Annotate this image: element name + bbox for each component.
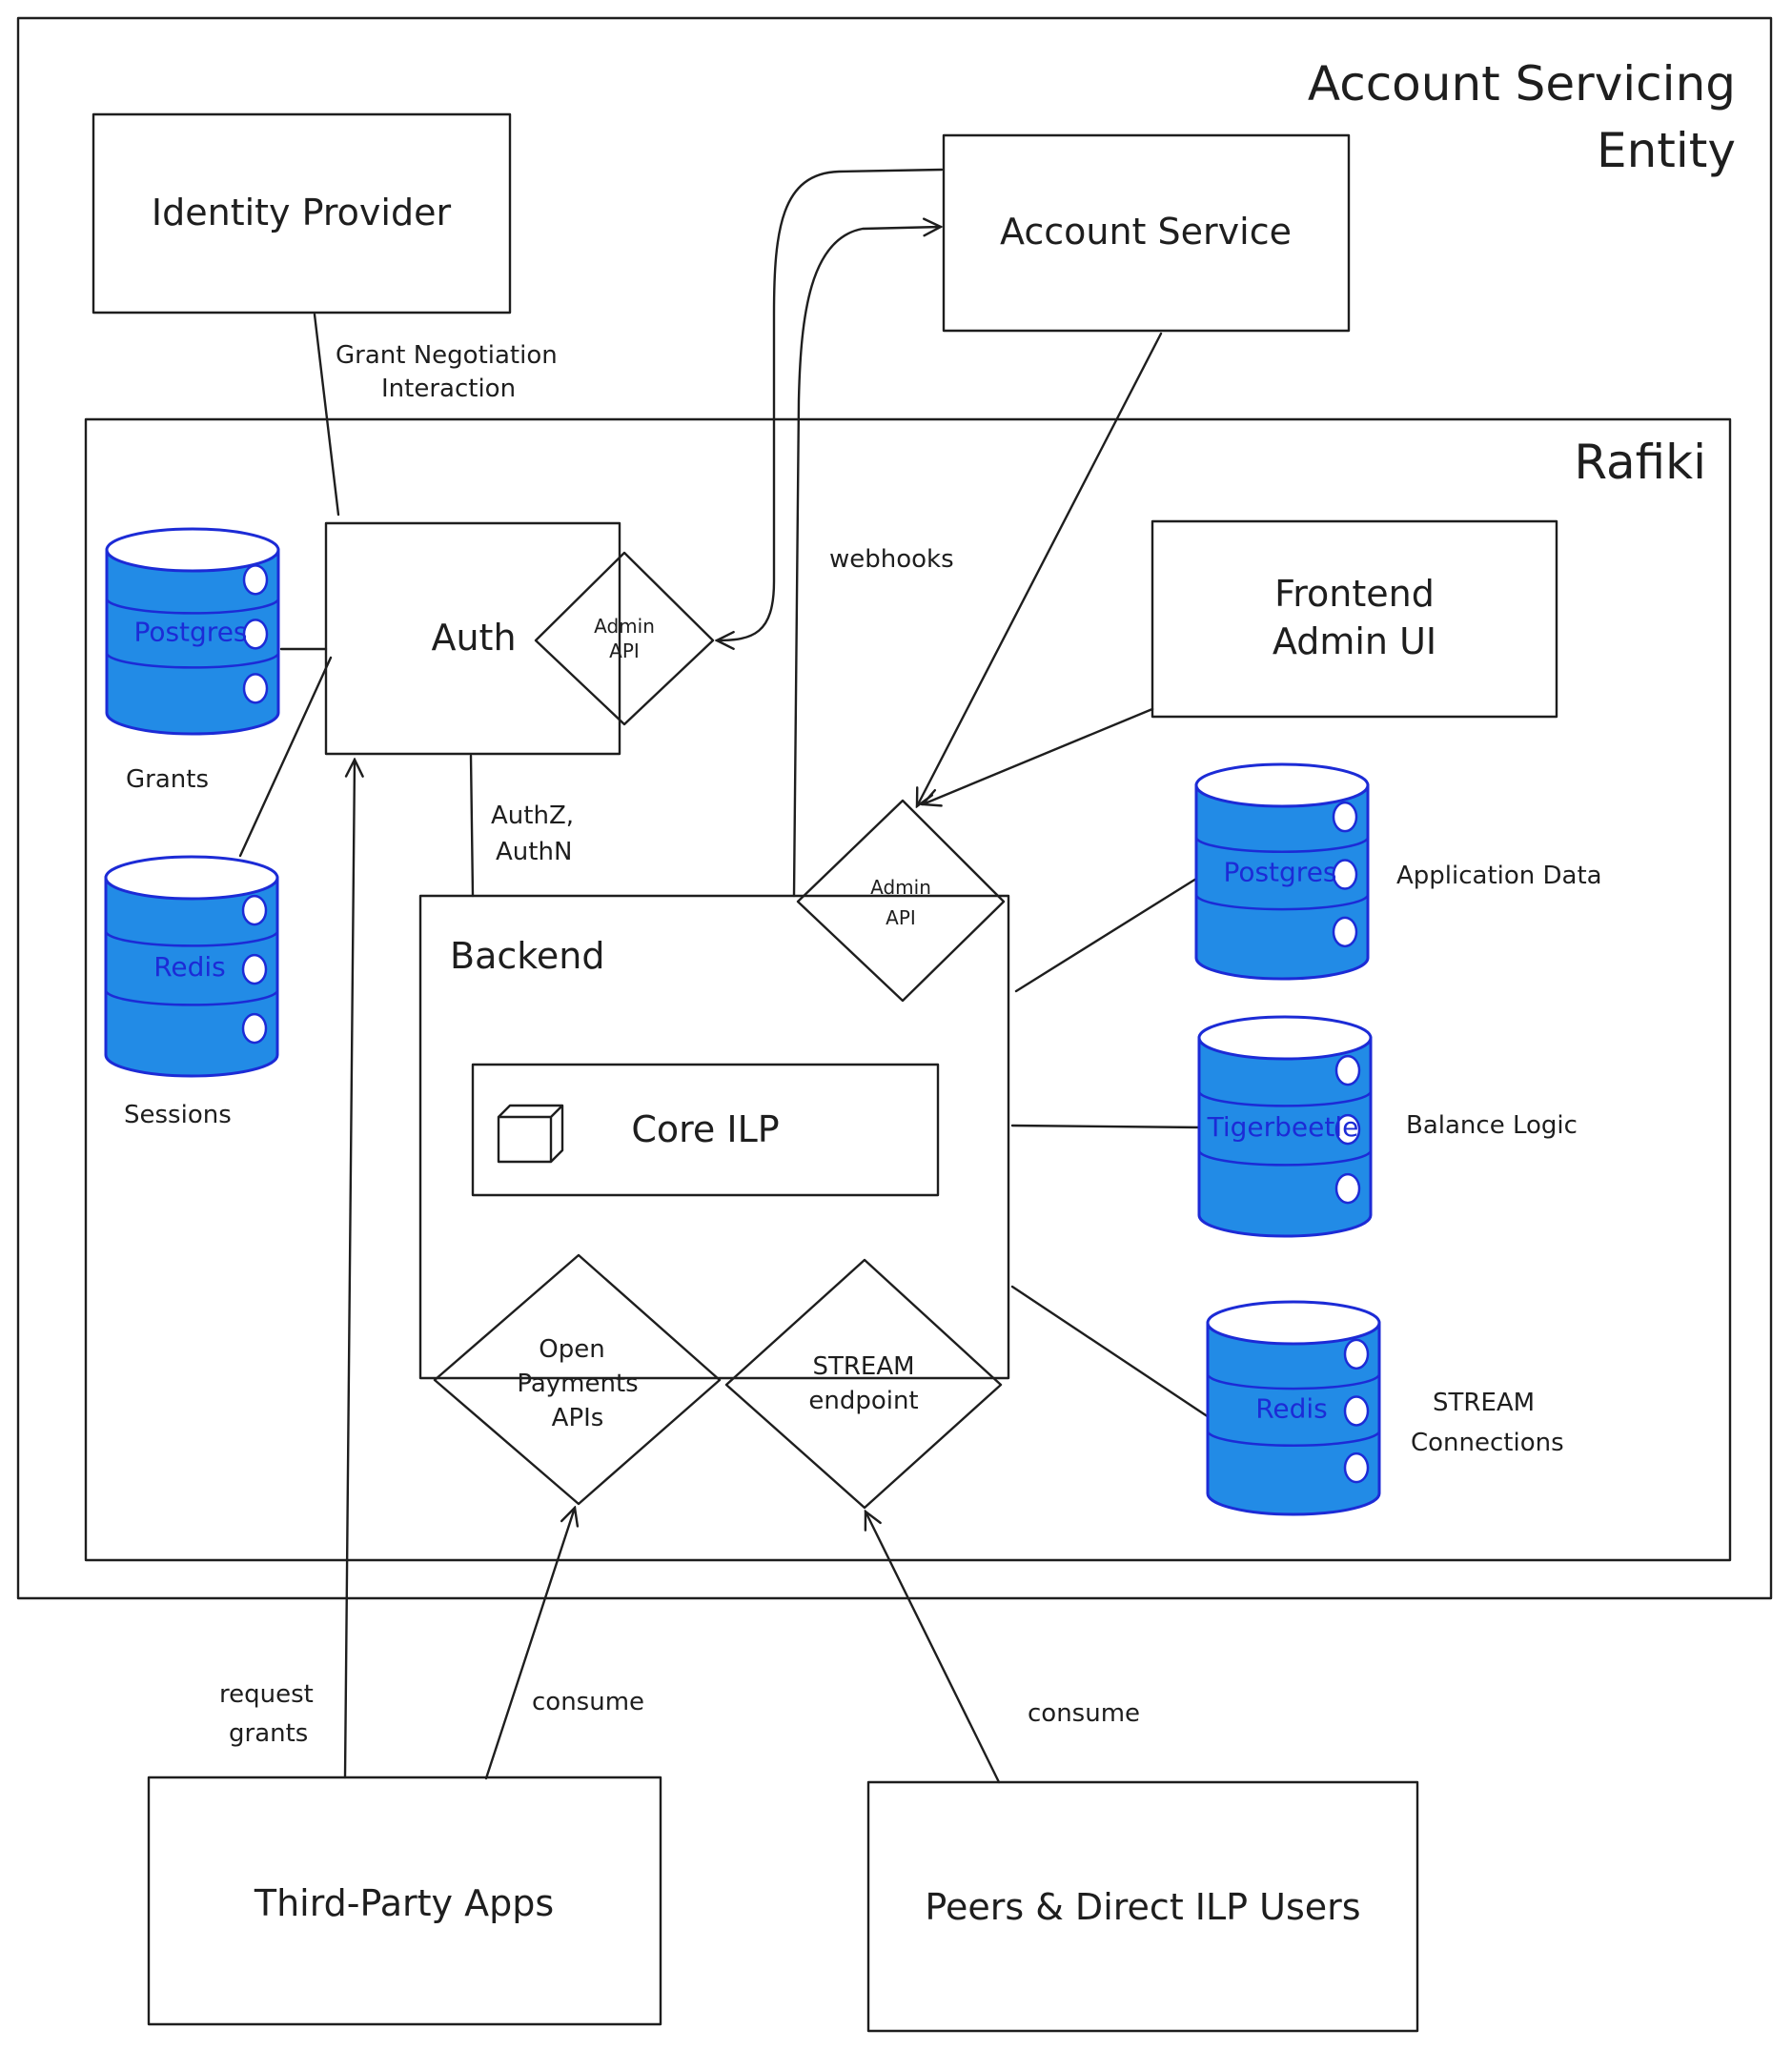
auth-component[interactable]: Auth [324,521,621,756]
db-top [104,855,279,901]
frontend-admin-ui[interactable]: Frontend Admin UI [1151,519,1558,719]
backend-admin-api[interactable]: Admin API [796,799,1006,1003]
open-payments-line3: APIs [552,1404,604,1432]
db-top [1206,1300,1381,1346]
db-engine-label: Redis [1255,1393,1328,1425]
peers-box[interactable]: Peers & Direct ILP Users [866,1780,1419,2033]
db-indicator-dot [241,953,268,985]
open-payments-apis[interactable]: Open Payments APIs [433,1253,722,1506]
third-party-apps-label: Third-Party Apps [254,1882,554,1924]
edge-label-webhooks: webhooks [829,545,954,574]
edge-backend-to-tigerbeetle [1010,1124,1205,1129]
rafiki-title: Rafiki [1574,435,1706,490]
identity-provider-box[interactable]: Identity Provider [92,112,512,315]
db-indicator-dot [1332,916,1358,948]
db-indicator-dot [242,619,269,650]
edge-label-authz-line2: AuthN [496,838,572,866]
edge-label-consume-peers: consume [1028,1699,1140,1728]
stream-connections-caption-line2: Connections [1411,1429,1564,1457]
auth-admin-api-line2: API [609,639,640,662]
grants-caption: Grants [126,765,209,794]
sessions-redis-db[interactable]: Redis [104,855,279,1078]
identity-provider-label: Identity Provider [152,192,452,233]
app-data-postgres-db[interactable]: Postgres [1194,762,1370,981]
edge-backend-to-stream-redis [1010,1285,1211,1419]
account-servicing-entity-title-line1: Account Servicing [1308,56,1736,112]
db-indicator-dot [241,1012,268,1045]
db-indicator-dot [1334,1054,1361,1086]
db-indicator-dot [1334,1172,1361,1205]
frontend-label-line2: Admin UI [1273,620,1436,662]
balance-caption: Balance Logic [1406,1111,1578,1140]
db-indicator-dot [242,673,269,704]
stream-endpoint-line2: endpoint [808,1387,918,1415]
db-engine-label: Redis [153,951,226,983]
db-indicator-dot [1332,859,1358,890]
app-data-caption: Application Data [1396,862,1602,890]
edge-backend-to-app-db [1014,877,1198,993]
edge-auth-to-backend [469,754,475,898]
edge-label-request-line2: grants [229,1719,308,1748]
edge-label-grant-negotiation-line2: Interaction [381,375,516,403]
db-indicator-dot [242,564,269,596]
core-ilp-label: Core ILP [631,1108,779,1150]
db-top [1197,1015,1373,1061]
backend-label: Backend [450,935,604,977]
stream-connections-caption-line1: STREAM [1433,1389,1535,1417]
account-servicing-entity-title-line2: Entity [1597,123,1736,178]
db-top [105,527,280,573]
db-indicator-dot [241,894,268,926]
edge-apps-consume-open-payments [484,1508,575,1780]
db-indicator-dot [1343,1451,1370,1484]
edge-peers-consume-stream [865,1512,1001,1784]
cube-icon [497,1104,564,1164]
architecture-diagram: Account Servicing Entity Identity Provid… [16,16,1773,2033]
grants-postgres-db[interactable]: Postgres [105,527,280,736]
backend-admin-api-line2: API [886,906,916,929]
sessions-caption: Sessions [124,1101,232,1129]
peers-label: Peers & Direct ILP Users [925,1886,1360,1928]
auth-admin-api[interactable]: Admin API [534,551,715,726]
db-engine-label: Postgres [133,617,247,648]
stream-endpoint-line1: STREAM [812,1352,914,1381]
auth-label: Auth [431,617,516,659]
core-ilp-module[interactable]: Core ILP [471,1063,940,1197]
tigerbeetle-db[interactable]: Tigerbeetle [1197,1015,1373,1238]
db-indicator-dot [1343,1338,1370,1370]
open-payments-line2: Payments [517,1370,638,1398]
frontend-label-line1: Frontend [1274,573,1435,615]
third-party-apps-box[interactable]: Third-Party Apps [147,1776,662,2026]
auth-admin-api-line1: Admin [594,615,655,638]
backend-admin-api-line1: Admin [870,876,931,899]
open-payments-line1: Open [539,1335,604,1364]
db-top [1194,762,1370,808]
db-indicator-dot [1332,801,1358,833]
edge-label-consume-apps: consume [532,1688,644,1716]
account-service-label: Account Service [1000,211,1292,253]
db-engine-label: Postgres [1223,857,1336,888]
account-service-box[interactable]: Account Service [942,133,1351,333]
edge-label-request-line1: request [219,1680,314,1709]
edge-label-grant-negotiation-line1: Grant Negotiation [336,341,558,370]
db-indicator-dot [1343,1395,1370,1427]
db-engine-label: Tigerbeetle [1207,1111,1359,1143]
stream-redis-db[interactable]: Redis [1206,1300,1381,1516]
edge-request-grants [343,760,355,1779]
stream-endpoint[interactable]: STREAM endpoint [724,1258,1003,1510]
edge-label-authz-line1: AuthZ, [491,802,574,830]
edge-frontend-to-backend-admin [923,707,1154,804]
